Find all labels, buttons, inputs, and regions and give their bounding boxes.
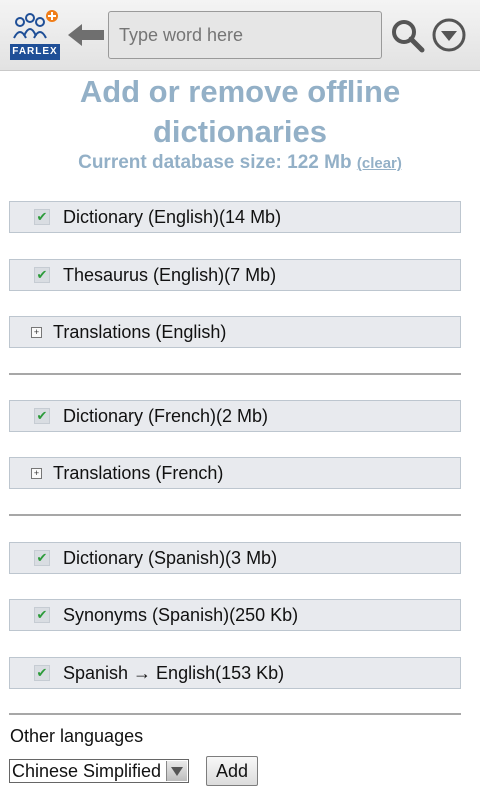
clear-link[interactable]: (clear) bbox=[357, 155, 402, 172]
page-title-line2: dictionaries bbox=[153, 114, 327, 149]
group-divider bbox=[9, 373, 461, 375]
top-toolbar: FARLEX bbox=[0, 0, 480, 71]
dictionary-label: Synonyms (Spanish)(250 Kb) bbox=[63, 604, 299, 625]
group-divider bbox=[9, 514, 461, 516]
checkbox-checked-icon[interactable]: ✔ bbox=[34, 665, 50, 681]
expand-plus-icon[interactable]: + bbox=[31, 467, 42, 479]
checkbox-checked-icon[interactable]: ✔ bbox=[34, 267, 50, 283]
dictionary-label: Translations (French) bbox=[53, 462, 224, 483]
checkbox-checked-icon[interactable]: ✔ bbox=[34, 209, 50, 225]
dictionary-row[interactable]: ✔ Synonyms (Spanish)(250 Kb) bbox=[9, 599, 461, 631]
database-size-line: Current database size: 122 Mb (clear) bbox=[0, 151, 480, 176]
checkbox-checked-icon[interactable]: ✔ bbox=[34, 607, 50, 623]
language-select[interactable]: Chinese Simplified bbox=[9, 759, 189, 783]
language-select-value: Chinese Simplified bbox=[12, 761, 162, 781]
database-size-label: Current database size: 122 Mb bbox=[78, 152, 352, 173]
dictionary-label: Thesaurus (English)(7 Mb) bbox=[63, 264, 277, 285]
dictionary-label: Translations (English) bbox=[53, 321, 227, 342]
dictionary-row-expandable[interactable]: + Translations (English) bbox=[9, 316, 461, 348]
dictionary-row-expandable[interactable]: + Translations (French) bbox=[9, 457, 461, 489]
other-languages-label: Other languages bbox=[10, 726, 144, 746]
dictionary-row[interactable]: ✔ Dictionary (English)(14 Mb) bbox=[9, 201, 461, 233]
dictionary-label: Dictionary (French)(2 Mb) bbox=[63, 405, 269, 426]
farlex-logo[interactable]: FARLEX bbox=[8, 8, 62, 62]
checkbox-checked-icon[interactable]: ✔ bbox=[34, 550, 50, 566]
logo-figures-icon bbox=[13, 10, 58, 39]
dictionary-row[interactable]: ✔ Dictionary (Spanish)(3 Mb) bbox=[9, 542, 461, 574]
dropdown-arrow-icon[interactable] bbox=[166, 761, 187, 781]
menu-dropdown-icon[interactable] bbox=[432, 18, 466, 52]
search-input[interactable] bbox=[108, 11, 382, 59]
dictionary-row[interactable]: ✔ Dictionary (French)(2 Mb) bbox=[9, 400, 461, 432]
expand-plus-icon[interactable]: + bbox=[31, 326, 42, 338]
logo-text: FARLEX bbox=[10, 44, 60, 60]
dictionary-label: Spanish → English(153 Kb) bbox=[63, 662, 285, 683]
checkbox-checked-icon[interactable]: ✔ bbox=[34, 408, 50, 424]
chevron-down-icon bbox=[171, 767, 183, 776]
search-icon[interactable] bbox=[390, 18, 426, 54]
dictionary-label: Dictionary (English)(14 Mb) bbox=[63, 206, 282, 227]
dictionary-row[interactable]: ✔ Thesaurus (English)(7 Mb) bbox=[9, 259, 461, 291]
dictionary-label: Dictionary (Spanish)(3 Mb) bbox=[63, 547, 278, 568]
back-arrow-icon[interactable] bbox=[68, 22, 104, 48]
group-divider bbox=[9, 713, 461, 715]
dictionary-row[interactable]: ✔ Spanish → English(153 Kb) bbox=[9, 657, 461, 689]
page-title: Add or remove offline dictionaries bbox=[0, 72, 480, 152]
page-title-line1: Add or remove offline bbox=[79, 74, 401, 109]
add-language-button[interactable]: Add bbox=[206, 756, 258, 786]
